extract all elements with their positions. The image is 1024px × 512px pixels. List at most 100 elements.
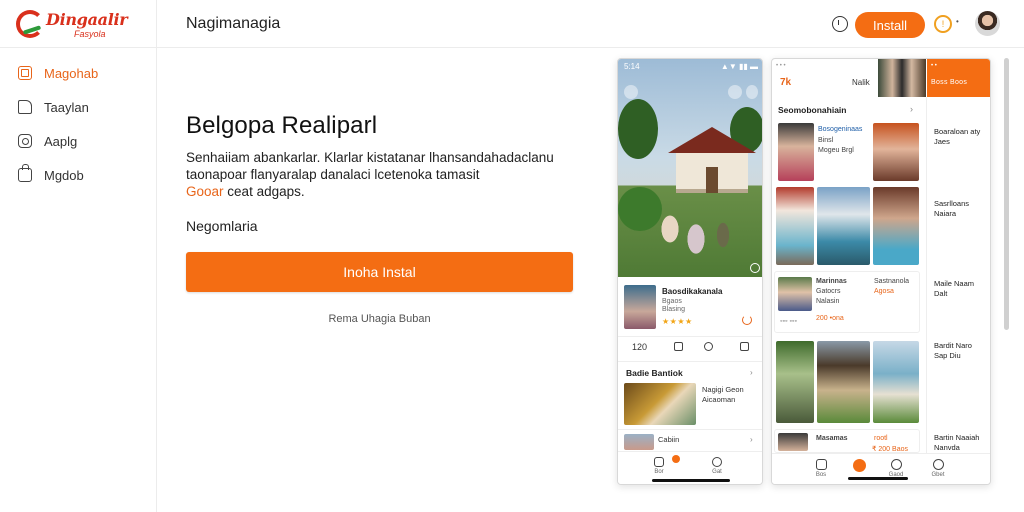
pool-photo[interactable] [776, 187, 814, 265]
sidebar-item-mgdob[interactable]: Mgdob [18, 164, 148, 185]
side-list-sub: Sap Diu [934, 351, 961, 360]
row-line: Nalasin [816, 298, 840, 305]
tab-bar: Bos Gaod Gbet [772, 453, 990, 484]
description-line-3: Gooar ceat adgaps. [186, 183, 566, 200]
people-photo[interactable] [817, 187, 870, 265]
bottom-price: ₹ 200 Baos [872, 446, 908, 453]
cta-note-link[interactable]: Rema Uhagia Buban [186, 313, 573, 325]
side-list-item[interactable]: Sasrlloans Naiara [934, 199, 969, 219]
phone-screenshot-detail[interactable]: 5:14 ▲▼ ▮▮ ▬ Baosdikakanala Bgaos Blasin… [617, 58, 763, 485]
promo-dots: • • [931, 63, 937, 69]
chat-icon[interactable] [832, 16, 848, 32]
family-photo[interactable] [873, 187, 919, 265]
logo-mark-icon [16, 10, 44, 38]
food-image[interactable] [624, 383, 696, 425]
center-action-icon [852, 459, 866, 472]
promo-strip[interactable]: • • Boss Boos [927, 59, 990, 97]
sidebar-item-magohab[interactable]: Magohab [18, 63, 148, 83]
app-description: Senhaiiam abankarlar. Klarlar kistatanar… [186, 149, 566, 200]
section-title: Badie Bantiok [626, 368, 683, 378]
page-scrollbar[interactable] [1004, 58, 1009, 330]
comment-icon[interactable] [674, 342, 683, 353]
description-highlight: Gooar [186, 184, 224, 199]
tab-home[interactable]: Bor [652, 457, 666, 475]
mini-thumbnail[interactable] [624, 434, 654, 450]
top-bar: Dingaalir Fasyola Nagimanagia Install ! … [0, 0, 1024, 48]
sidebar-item-label: Taaylan [44, 99, 89, 115]
tab-search[interactable]: Gat [710, 457, 724, 475]
side-list-title: Maile Naam [934, 279, 975, 288]
tab-favorites[interactable]: Gaod [886, 459, 906, 478]
listing-line-1: Bgaos [662, 298, 682, 305]
tab-center[interactable] [849, 459, 869, 474]
side-list-sub: Dalt [934, 289, 948, 298]
avatar[interactable] [975, 11, 1000, 36]
brand-tagline: Fasyola [74, 29, 106, 39]
brand-logo[interactable]: Dingaalir Fasyola [16, 8, 156, 40]
heart-icon[interactable] [704, 342, 713, 353]
status-time: 5:14 [624, 62, 640, 71]
side-list-sub: Nanvda [934, 443, 960, 452]
listing-line-2: Blasing [662, 306, 685, 313]
garden-photo[interactable] [776, 341, 814, 423]
side-list-item[interactable]: Bardit Naro Sap Diu [934, 341, 972, 361]
search-icon [712, 457, 722, 467]
description-tail: ceat adgaps. [227, 184, 305, 199]
comment-icon-glyph [674, 342, 683, 351]
mini-caption: Cabiin [658, 435, 680, 444]
install-button[interactable]: Install [855, 12, 925, 38]
portrait-photo[interactable] [873, 123, 919, 181]
side-list-item[interactable]: Bartin Naaiah Nanvda [934, 433, 979, 453]
notification-badge [672, 455, 680, 463]
side-list-title: Sasrlloans [934, 199, 970, 208]
food-caption-1: Nagigi Geon [702, 385, 744, 394]
tab-home[interactable]: Bos [811, 459, 831, 478]
phone-screenshot-browse[interactable]: • • • 7k Nalik • • Boss Boos Seomobonahi… [771, 58, 991, 485]
row-price: rootl [874, 435, 888, 442]
install-cta-button[interactable]: Inoha Instal [186, 252, 573, 292]
sidebar-item-aaplg[interactable]: Aaplg [18, 131, 148, 151]
food-caption: Nagigi Geon Aicaoman [702, 385, 744, 405]
tab-label: Bos [815, 472, 827, 478]
chevron-right-icon[interactable]: › [750, 368, 753, 377]
dropdown-caret-icon[interactable]: • [956, 17, 959, 26]
status-dots: • • • [776, 63, 786, 69]
profile-photo[interactable] [778, 123, 814, 181]
row-line: Mogeu Brgl [818, 147, 854, 154]
tab-profile[interactable]: Gbet [928, 459, 948, 478]
group-photo [778, 277, 812, 311]
chevron-right-icon[interactable]: › [910, 104, 913, 114]
side-list-item[interactable]: Boaraloan aty Jaes [934, 127, 980, 147]
bookmark-icon[interactable] [740, 342, 749, 353]
more-icon[interactable] [746, 85, 758, 99]
coin-icon[interactable]: ! [934, 15, 952, 33]
sidebar-item-label: Aaplg [44, 133, 78, 149]
home-icon [815, 459, 827, 470]
back-icon[interactable] [624, 85, 638, 99]
promo-text: Boss Boos [931, 79, 968, 86]
description-line-1: Senhaiiam abankarlar. Klarlar kistatanar… [186, 150, 554, 165]
divider [618, 429, 762, 430]
listing-card[interactable]: Baosdikakanala Bgaos Blasing ★★★★ [624, 285, 758, 331]
puzzle-icon [18, 134, 32, 148]
header-label: Nalik [852, 78, 870, 87]
building-photo[interactable] [817, 341, 870, 423]
house-image [668, 127, 756, 193]
sidebar-item-taaylan[interactable]: Taaylan [18, 97, 148, 117]
sidebar-item-label: Magohab [44, 65, 99, 81]
share-icon[interactable] [728, 85, 742, 99]
page-title: Belgopa Realiparl [186, 112, 378, 139]
row-right-title: Sastnanola [874, 278, 910, 285]
side-list-item[interactable]: Maile Naam Dalt [934, 279, 974, 299]
heart-icon-glyph [704, 342, 713, 351]
brand-name: Dingaalir [46, 10, 128, 29]
like-count[interactable]: 120 [632, 342, 647, 352]
side-list-sub: Jaes [934, 137, 950, 146]
row-title: Bosogeninaas [818, 126, 863, 133]
hut-photo[interactable] [873, 341, 919, 423]
sidebar-divider [156, 0, 157, 512]
refresh-icon[interactable] [742, 315, 752, 325]
side-list-title: Bardit Naro [934, 341, 972, 350]
house-door [706, 167, 718, 193]
chevron-right-icon[interactable]: › [750, 435, 753, 444]
